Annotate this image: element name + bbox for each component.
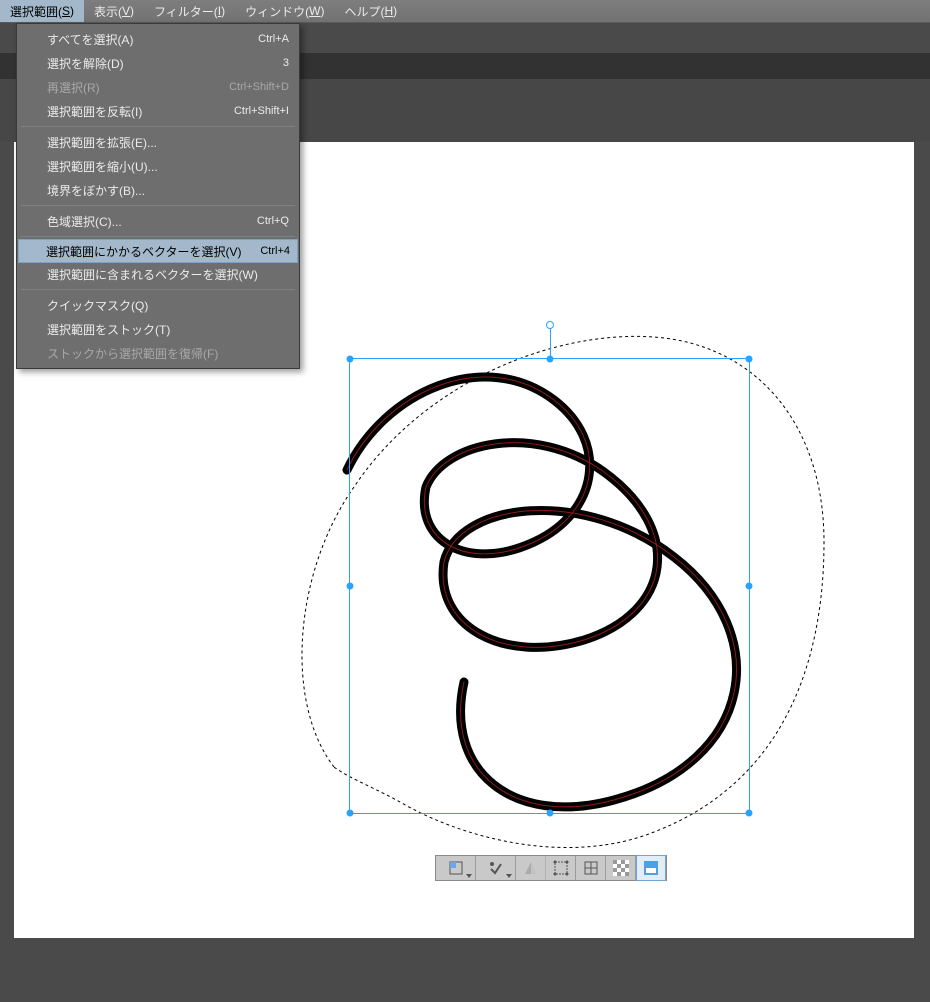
menu-item[interactable]: 色域選択(C)... Ctrl+Q	[19, 209, 297, 233]
menu-item[interactable]: 選択範囲に含まれるベクターを選択(W)	[19, 262, 297, 286]
flip-tool-button	[516, 856, 546, 880]
apply-button[interactable]	[636, 855, 666, 881]
menu-item-label: クイックマスク(Q)	[47, 297, 289, 314]
menu-bar: 選択範囲(S)表示(V)フィルター(I)ウィンドウ(W)ヘルプ(H)	[0, 0, 930, 23]
menu-item-shortcut: 3	[283, 57, 289, 69]
selection-menu-dropdown: すべてを選択(A) Ctrl+A 選択を解除(D) 3 再選択(R) Ctrl+Shift…	[16, 23, 300, 369]
dropdown-caret-icon	[466, 874, 472, 878]
scale-options-button[interactable]	[436, 856, 476, 880]
menu-item-label: ストックから選択範囲を復帰(F)	[47, 345, 289, 362]
menu-item[interactable]: すべてを選択(A) Ctrl+A	[19, 27, 297, 51]
menu-item[interactable]: 選択を解除(D) 3	[19, 51, 297, 75]
menu-item-label: 選択範囲を反転(I)	[47, 103, 222, 120]
menu-item-label: 選択範囲を拡張(E)...	[47, 134, 289, 151]
menu-item-label: 選択範囲にかかるベクターを選択(V)	[46, 243, 248, 260]
menu-item[interactable]: 選択範囲を反転(I) Ctrl+Shift+I	[19, 99, 297, 123]
menu-item-shortcut: Ctrl+Shift+I	[234, 105, 289, 117]
menu-item-label: 選択範囲に含まれるベクターを選択(W)	[47, 266, 289, 283]
menu-v[interactable]: 表示(V)	[84, 0, 144, 22]
menu-item-label: 選択範囲をストック(T)	[47, 321, 289, 338]
menu-separator	[21, 289, 295, 290]
free-transform-button[interactable]	[546, 856, 576, 880]
menu-item-shortcut: Ctrl+Q	[257, 215, 289, 227]
transform-reset-button[interactable]	[576, 856, 606, 880]
menu-item-shortcut: Ctrl+A	[258, 33, 289, 45]
menu-item[interactable]: 境界をぼかす(B)...	[19, 178, 297, 202]
menu-item-label: 色域選択(C)...	[47, 213, 245, 230]
menu-w[interactable]: ウィンドウ(W)	[235, 0, 334, 22]
rotate-tool-button[interactable]	[476, 856, 516, 880]
menu-item[interactable]: 選択範囲にかかるベクターを選択(V) Ctrl+4	[18, 239, 298, 263]
menu-item-label: 選択を解除(D)	[47, 55, 271, 72]
menu-item[interactable]: 選択範囲を拡張(E)...	[19, 130, 297, 154]
menu-s[interactable]: 選択範囲(S)	[0, 0, 84, 22]
menu-item[interactable]: 選択範囲をストック(T)	[19, 317, 297, 341]
alpha-checker-button[interactable]	[606, 856, 636, 880]
menu-separator	[21, 205, 295, 206]
menu-separator	[21, 126, 295, 127]
menu-item-label: 選択範囲を縮小(U)...	[47, 158, 289, 175]
menu-item-label: すべてを選択(A)	[47, 31, 246, 48]
menu-item[interactable]: 選択範囲を縮小(U)...	[19, 154, 297, 178]
dropdown-caret-icon	[506, 874, 512, 878]
menu-separator	[21, 236, 295, 237]
floating-transform-toolbar	[435, 855, 667, 881]
menu-item: 再選択(R) Ctrl+Shift+D	[19, 75, 297, 99]
menu-item[interactable]: クイックマスク(Q)	[19, 293, 297, 317]
menu-h[interactable]: ヘルプ(H)	[334, 0, 407, 22]
menu-i[interactable]: フィルター(I)	[144, 0, 235, 22]
menu-item-label: 再選択(R)	[47, 79, 217, 96]
menu-item: ストックから選択範囲を復帰(F)	[19, 341, 297, 365]
menu-item-shortcut: Ctrl+4	[260, 245, 290, 257]
menu-item-label: 境界をぼかす(B)...	[47, 182, 289, 199]
menu-item-shortcut: Ctrl+Shift+D	[229, 81, 289, 93]
